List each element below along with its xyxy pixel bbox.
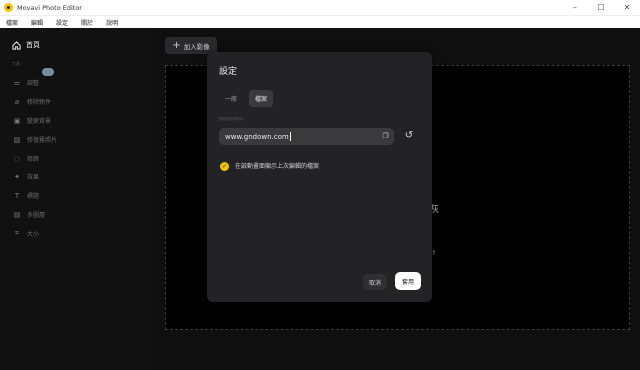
sidebar-item-label: 大小 — [27, 231, 40, 238]
reset-icon[interactable]: ↺ — [403, 130, 415, 142]
folder-icon[interactable]: ❐ — [381, 132, 390, 141]
tab-general[interactable]: 一般 — [219, 90, 243, 107]
sidebar-item-title[interactable]: T 標題 — [13, 191, 40, 201]
sidebar-section-label: 工具 — [12, 61, 20, 66]
sidebar-item-label: 變更背景 — [27, 118, 52, 125]
sidebar-item-label: 移除物件 — [27, 99, 52, 106]
background-icon: ▣ — [13, 116, 21, 125]
sidebar-item-label: 效果 — [27, 174, 40, 181]
save-folder-label: 預設儲存資料夾 — [219, 117, 244, 121]
menu-settings[interactable]: 設定 — [56, 18, 68, 27]
sidebar-item-adjust[interactable]: ⚌ 調整 — [13, 78, 40, 88]
plus-icon: + — [172, 39, 181, 51]
menu-bar: 檔案 編輯 設定 關於 說明 — [0, 15, 640, 28]
app-logo-icon — [4, 3, 13, 12]
close-icon[interactable]: ✕ — [614, 0, 640, 15]
drop-zone-text-fragment: ? — [432, 250, 436, 257]
add-image-label: 加入影像 — [183, 42, 210, 51]
dialog-title: 設定 — [219, 67, 238, 77]
sliders-icon: ⚌ — [13, 78, 21, 87]
sidebar-item-label: 首頁 — [26, 41, 40, 49]
sidebar-item-size[interactable]: ⌗ 大小 — [13, 229, 39, 238]
save-folder-field[interactable]: www.gndown.com ❐ — [219, 128, 394, 145]
window-title: Movavi Photo Editor — [17, 3, 82, 12]
cancel-button[interactable]: 取消 — [363, 274, 387, 290]
crop-icon: ⌗ — [15, 229, 19, 237]
minimize-icon[interactable]: – — [562, 0, 588, 15]
sidebar-item-label: 調整 — [27, 80, 40, 87]
maximize-icon[interactable]: ☐ — [588, 0, 614, 15]
sidebar-item-layers[interactable]: ▤ 多圖層 — [13, 210, 46, 220]
sidebar: 首頁 工具 ⚌ 調整 ⌀ 移除物件 ▣ 變更背景 ▨ 修復舊照片 ◌ 修飾 ✦ … — [0, 28, 150, 370]
menu-file[interactable]: 檔案 — [6, 18, 18, 27]
photo-restore-icon: ▨ — [13, 135, 21, 144]
menu-help[interactable]: 說明 — [106, 18, 118, 27]
sidebar-item-label: 標題 — [27, 193, 40, 200]
sidebar-item-change-background[interactable]: ▣ 變更背景 — [13, 116, 52, 126]
new-badge — [42, 68, 54, 76]
sidebar-item-retouch[interactable]: ◌ 修飾 — [13, 154, 40, 164]
eraser-icon: ⌀ — [14, 97, 20, 106]
settings-dialog: 設定 一般 檔案 預設儲存資料夾 www.gndown.com ❐ ↺ ✓ 在啟… — [207, 52, 432, 302]
sidebar-item-label: 多圖層 — [27, 212, 46, 219]
title-bar: Movavi Photo Editor – ☐ ✕ — [0, 0, 640, 15]
text-caret — [289, 132, 291, 141]
home-icon — [12, 40, 21, 50]
window-controls: – ☐ ✕ — [562, 0, 640, 15]
effects-icon: ✦ — [14, 172, 20, 181]
sidebar-item-label: 修飾 — [27, 156, 40, 163]
add-image-button[interactable]: + 加入影像 — [165, 37, 217, 54]
sidebar-item-restore-photo[interactable]: ▨ 修復舊照片 — [13, 135, 58, 145]
save-folder-value: www.gndown.com — [225, 132, 289, 141]
text-icon: T — [14, 191, 20, 200]
tab-files[interactable]: 檔案 — [249, 90, 274, 107]
sidebar-item-remove-object[interactable]: ⌀ 移除物件 — [13, 97, 52, 107]
sidebar-item-effects[interactable]: ✦ 效果 — [13, 172, 40, 182]
retouch-icon: ◌ — [13, 154, 21, 163]
menu-edit[interactable]: 編輯 — [31, 18, 43, 27]
show-last-file-checkbox[interactable]: ✓ — [220, 162, 229, 171]
sidebar-item-home[interactable]: 首頁 — [12, 40, 40, 50]
checkmark-icon: ✓ — [221, 163, 228, 170]
apply-button[interactable]: 套用 — [395, 272, 421, 290]
sidebar-item-label: 修復舊照片 — [27, 137, 58, 144]
menu-about[interactable]: 關於 — [81, 18, 93, 27]
show-last-file-label: 在啟動畫面顯示上次編輯的檔案 — [235, 163, 320, 170]
layers-icon: ▤ — [13, 210, 21, 219]
